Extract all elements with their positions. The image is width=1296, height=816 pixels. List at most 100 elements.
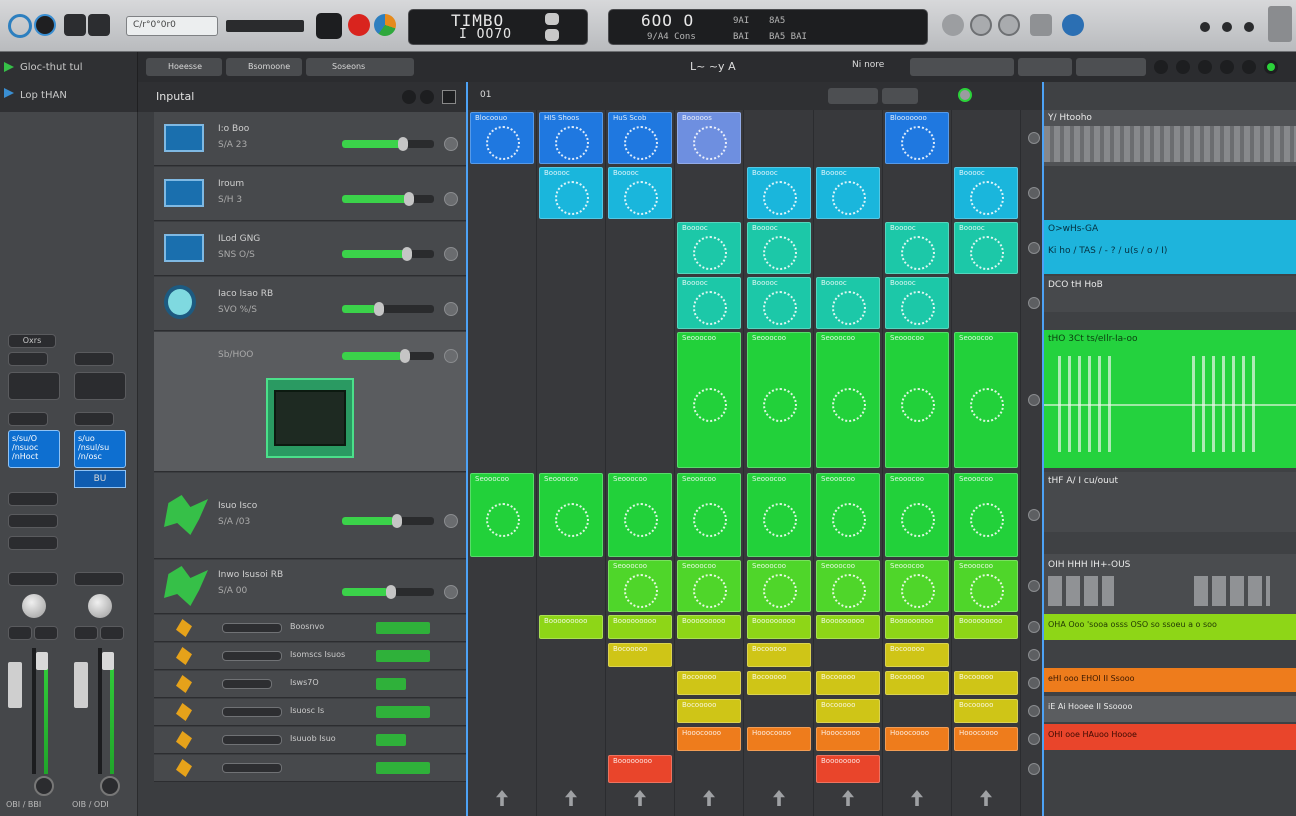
- column-stop-icon[interactable]: [980, 790, 992, 806]
- tab-edit[interactable]: Hoeesse: [146, 58, 222, 76]
- track-volume[interactable]: [342, 137, 434, 151]
- track-zoom-icon[interactable]: [442, 90, 456, 104]
- plugin-slot[interactable]: s/su/O /nsuoc /nHoct: [8, 430, 60, 468]
- zoom-in-icon[interactable]: [1198, 60, 1212, 74]
- loop-cell[interactable]: Booooooooo: [539, 615, 603, 639]
- loop-cell[interactable]: Seooocoo: [608, 473, 672, 557]
- track-row-small[interactable]: Isuosc Is: [154, 699, 466, 726]
- loop-cell[interactable]: Bocooooo: [816, 699, 880, 723]
- volume-fader[interactable]: [102, 652, 114, 670]
- loop-cell[interactable]: Booooc: [608, 167, 672, 219]
- loop-cell[interactable]: Booooooooo: [677, 615, 741, 639]
- loop-cell[interactable]: Seooocoo: [470, 473, 534, 557]
- loop-cell[interactable]: Bocooooo: [954, 671, 1018, 695]
- loop-cell[interactable]: Seooocoo: [954, 473, 1018, 557]
- record-enable-button[interactable]: [444, 302, 458, 316]
- loop-cell[interactable]: Booooooooo: [954, 615, 1018, 639]
- loop-cell[interactable]: Seooocoo: [885, 473, 949, 557]
- loop-cell[interactable]: Blocoouo: [470, 112, 534, 164]
- scene-trigger[interactable]: [1028, 297, 1040, 309]
- loop-cell[interactable]: Seooocoo: [954, 332, 1018, 468]
- record-enable-button[interactable]: [444, 349, 458, 363]
- track-volume[interactable]: [342, 585, 434, 599]
- timeline-region-perc2[interactable]: OIH HHH IH+-OUS: [1044, 554, 1296, 614]
- track-volume[interactable]: [342, 247, 434, 261]
- loop-cell[interactable]: Hooocoooo: [885, 727, 949, 751]
- grid-options[interactable]: [828, 88, 878, 104]
- read-mode-icon[interactable]: [34, 776, 54, 796]
- output-slot[interactable]: [74, 572, 124, 586]
- metronome-icon[interactable]: [998, 14, 1020, 36]
- input-slot[interactable]: [8, 412, 48, 426]
- solo-button[interactable]: [34, 626, 58, 640]
- mini-volume[interactable]: [376, 650, 430, 662]
- loop-cell[interactable]: Booooc: [816, 277, 880, 329]
- mini-volume[interactable]: [376, 622, 430, 634]
- loop-cell[interactable]: Booooc: [954, 167, 1018, 219]
- column-stop-icon[interactable]: [703, 790, 715, 806]
- track-row[interactable]: Iaco Isao RB SVO %/S: [154, 277, 466, 331]
- lcd-slider-top[interactable]: [545, 13, 559, 25]
- lcd-slider-bottom[interactable]: [545, 29, 559, 41]
- timeline-region-synth[interactable]: O>wHs-GA Ki ho / TAS / - ? / u(s / o / I…: [1044, 220, 1296, 274]
- loop-cell[interactable]: Bocooooo: [954, 699, 1018, 723]
- timeline-region-drums[interactable]: Y/ Htooho: [1044, 110, 1296, 166]
- mute-button[interactable]: [74, 626, 98, 640]
- timeline-region-orange[interactable]: eHI ooo EHOI II Ssooo: [1044, 668, 1296, 692]
- inspector-row-1[interactable]: Gloc-thut tul: [20, 62, 83, 73]
- send-slot-1[interactable]: [8, 492, 58, 506]
- column-stop-icon[interactable]: [773, 790, 785, 806]
- timeline-region-sampler[interactable]: tHO 3Ct ts/eIlr-Ia-oo: [1044, 330, 1296, 468]
- catch-icon[interactable]: [1154, 60, 1168, 74]
- loop-cell[interactable]: Booooc: [747, 222, 811, 274]
- mini-volume[interactable]: [376, 734, 406, 746]
- tuner-icon[interactable]: [942, 14, 964, 36]
- loop-cell[interactable]: Seooocoo: [885, 560, 949, 612]
- scene-trigger[interactable]: [1028, 132, 1040, 144]
- track-options-icon[interactable]: [420, 90, 434, 104]
- notepad-icon[interactable]: [1200, 22, 1210, 32]
- plugin-slot[interactable]: s/uo /nsul/su /n/osc: [74, 430, 126, 468]
- inspector-row-2[interactable]: Lop tHAN: [20, 90, 67, 101]
- loop-cell[interactable]: Boooooooo: [608, 755, 672, 783]
- column-stop-icon[interactable]: [565, 790, 577, 806]
- scene-trigger[interactable]: [1028, 509, 1040, 521]
- loop-cell[interactable]: Booooooooo: [816, 615, 880, 639]
- fader-handle[interactable]: [74, 662, 88, 708]
- search-field[interactable]: C/r°0°0r0: [126, 16, 218, 36]
- tab-view[interactable]: Soseons: [306, 58, 414, 76]
- loop-cell[interactable]: Booooc: [747, 277, 811, 329]
- pan-control[interactable]: [222, 679, 272, 689]
- pan-control[interactable]: [222, 735, 282, 745]
- loop-cell[interactable]: Booooc: [885, 277, 949, 329]
- pan-control[interactable]: [222, 623, 282, 633]
- track-volume[interactable]: [342, 514, 434, 528]
- loop-browser-icon[interactable]: [1062, 14, 1084, 36]
- zoom-out-icon[interactable]: [1220, 60, 1234, 74]
- track-area-toggle[interactable]: [226, 20, 304, 32]
- loop-cell[interactable]: Hooocoooo: [954, 727, 1018, 751]
- zoom-slider[interactable]: [1076, 58, 1146, 76]
- loop-cell[interactable]: Bocooooo: [885, 671, 949, 695]
- eq-button[interactable]: [74, 352, 114, 366]
- loop-cell[interactable]: Bocooooo: [747, 643, 811, 667]
- loop-cell[interactable]: Seooocoo: [816, 332, 880, 468]
- track-row[interactable]: Inwo Isusoi RB S/A 00: [154, 560, 466, 614]
- column-stop-icon[interactable]: [842, 790, 854, 806]
- grid-play-icon[interactable]: [958, 88, 972, 102]
- loop-cell[interactable]: Hooocoooo: [677, 727, 741, 751]
- scene-trigger[interactable]: [1028, 705, 1040, 717]
- timeline-region-red[interactable]: OHI ooe HAuoo Hoooe: [1044, 724, 1296, 750]
- loop-cell[interactable]: Seooocoo: [885, 332, 949, 468]
- stop-button[interactable]: [316, 13, 342, 39]
- read-mode-icon[interactable]: [100, 776, 120, 796]
- loop-cell[interactable]: Booooc: [747, 167, 811, 219]
- link-icon[interactable]: [1176, 60, 1190, 74]
- pan-control[interactable]: [222, 651, 282, 661]
- pan-knob[interactable]: [22, 594, 46, 618]
- loop-cell[interactable]: HuS Scob: [608, 112, 672, 164]
- scene-trigger[interactable]: [1028, 621, 1040, 633]
- lcd-display-right[interactable]: 6OO O 9/A4 Cons 9AI BAI 8A5 BA5 BAI: [608, 9, 928, 45]
- loop-cell[interactable]: Hooocoooo: [816, 727, 880, 751]
- loop-cell[interactable]: Seooocoo: [677, 473, 741, 557]
